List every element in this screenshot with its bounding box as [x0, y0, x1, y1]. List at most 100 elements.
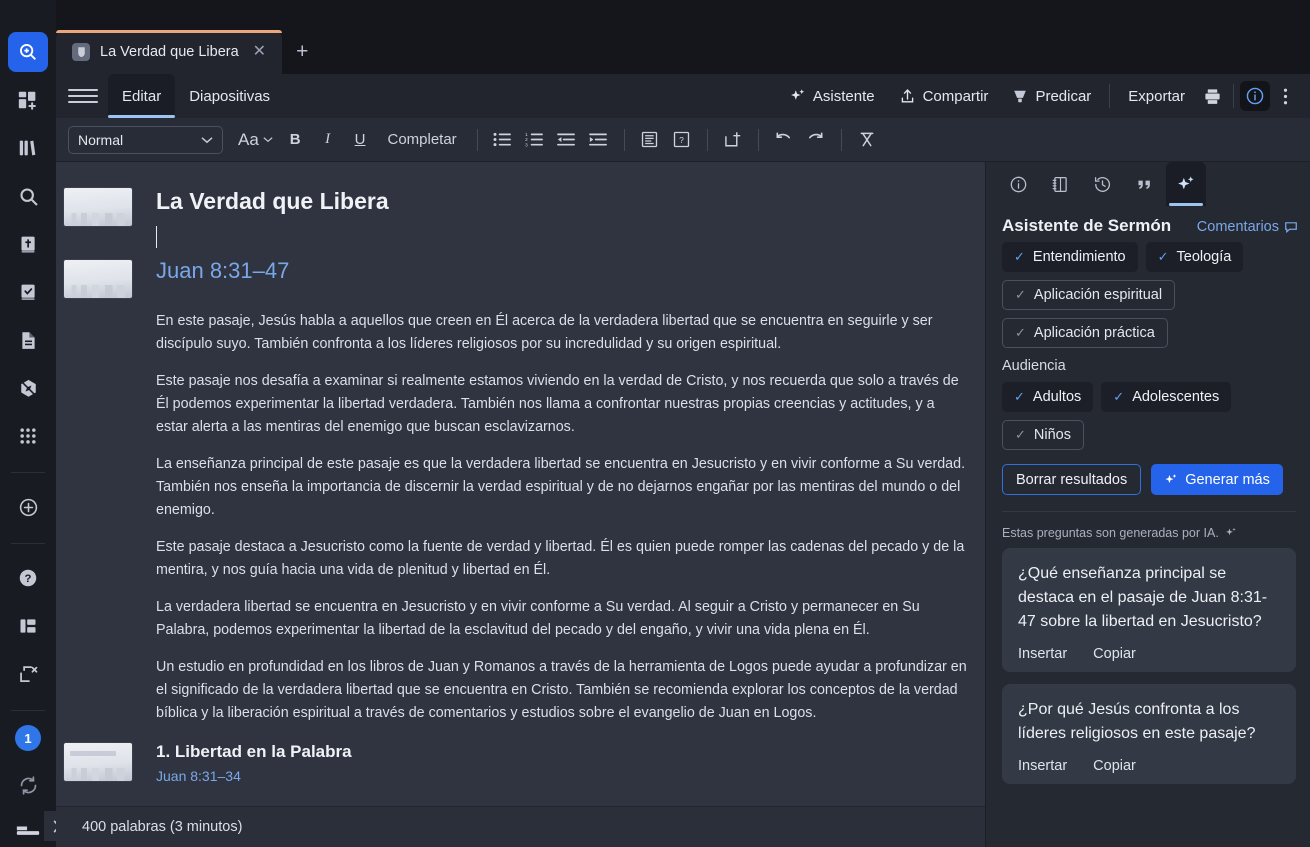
sync-icon: [18, 775, 39, 796]
sidebar-item-document[interactable]: [8, 320, 48, 360]
copy-button[interactable]: Copiar: [1093, 758, 1136, 774]
redo-button[interactable]: [801, 125, 831, 155]
filter-chip-teologia[interactable]: ✓ Teología: [1145, 242, 1244, 272]
panel-tab-assistant[interactable]: [1166, 162, 1206, 206]
sidebar-item-search-add[interactable]: [8, 32, 48, 72]
format-divider-4: [757, 128, 759, 151]
align-button[interactable]: [635, 125, 665, 155]
info-circle-icon: [1009, 175, 1028, 194]
sidebar-item-search[interactable]: [8, 176, 48, 216]
section-heading: 1. Libertad en la Palabra: [156, 742, 352, 761]
question-card[interactable]: ¿Por qué Jesús confronta a los líderes r…: [1002, 684, 1296, 784]
check-icon: ✓: [1113, 389, 1125, 404]
sidebar-item-library[interactable]: [8, 128, 48, 168]
numbered-list-button[interactable]: 1 2 3: [520, 125, 550, 155]
filter-chip-aplicacion-practica[interactable]: ✓ Aplicación práctica: [1002, 318, 1168, 348]
filter-chip-aplicacion-espiritual[interactable]: ✓ Aplicación espiritual: [1002, 280, 1176, 310]
insert-button[interactable]: Insertar: [1018, 646, 1067, 662]
filter-chips: ✓ Entendimiento ✓ Teología ✓ Aplicación …: [1002, 242, 1296, 348]
exportar-label: Exportar: [1128, 87, 1185, 105]
filter-chip-label: Aplicación práctica: [1033, 325, 1155, 341]
panel-tab-info[interactable]: [998, 162, 1038, 206]
library-books-icon: [17, 137, 39, 159]
audience-chip-ninos[interactable]: ✓ Niños: [1002, 420, 1084, 450]
insert-box-icon: [724, 131, 742, 148]
italic-button[interactable]: I: [313, 125, 343, 155]
share-upload-icon: [899, 88, 916, 105]
panel-tab-quotes[interactable]: [1124, 162, 1164, 206]
clear-format-button[interactable]: [852, 125, 882, 155]
underline-button[interactable]: U: [345, 125, 376, 155]
tab-diapositivas-label: Diapositivas: [189, 87, 271, 105]
pulpit-button[interactable]: [8, 813, 48, 847]
outdent-button[interactable]: [552, 125, 582, 155]
svg-text:1: 1: [525, 132, 528, 137]
audience-chip-adultos[interactable]: ✓ Adultos: [1002, 382, 1094, 412]
sidebar-item-compass[interactable]: [8, 368, 48, 408]
document-body[interactable]: En este pasaje, Jesús habla a aquellos q…: [56, 310, 985, 725]
document-icon: [18, 330, 39, 351]
bullet-list-button[interactable]: [488, 125, 518, 155]
document-content: La Verdad que Libera Juan 8:31–47 En est…: [56, 162, 985, 787]
tab-editar[interactable]: Editar: [108, 74, 176, 118]
sidebar-item-dashboard-add[interactable]: [8, 80, 48, 120]
font-size-label: Aa: [238, 129, 259, 149]
info-button[interactable]: [1240, 81, 1270, 111]
help-block-button[interactable]: ?: [667, 125, 697, 155]
empty-line[interactable]: [56, 226, 985, 256]
insert-box-button[interactable]: [718, 125, 748, 155]
menu-icon[interactable]: [68, 85, 98, 107]
comments-link[interactable]: Comentarios: [1197, 219, 1298, 235]
tab-diapositivas[interactable]: Diapositivas: [175, 74, 284, 118]
generate-more-button[interactable]: Generar más: [1151, 464, 1283, 495]
notification-badge[interactable]: 1: [15, 725, 41, 751]
sidebar-item-close-layout[interactable]: [8, 654, 48, 694]
sidebar-item-add[interactable]: [8, 487, 48, 527]
clear-results-button[interactable]: Borrar resultados: [1002, 464, 1142, 495]
assistant-panel: Asistente de Sermón Comentarios ✓ Entend…: [985, 162, 1310, 847]
insert-button[interactable]: Insertar: [1018, 758, 1067, 774]
bold-button[interactable]: B: [280, 125, 311, 155]
sync-button[interactable]: [8, 765, 48, 805]
compartir-button[interactable]: Compartir: [887, 82, 1001, 111]
filter-chip-label: Aplicación espiritual: [1033, 287, 1163, 303]
sidebar-item-apps[interactable]: [8, 416, 48, 456]
title-bar: [56, 0, 1310, 30]
exportar-button[interactable]: Exportar: [1116, 82, 1197, 111]
sidebar-item-study[interactable]: [8, 272, 48, 312]
printer-icon: [1203, 87, 1222, 106]
completar-button[interactable]: Completar: [377, 125, 466, 155]
panel-header: Asistente de Sermón Comentarios: [986, 206, 1310, 242]
history-clock-icon: [1093, 175, 1112, 194]
copy-button[interactable]: Copiar: [1093, 646, 1136, 662]
asistente-label: Asistente: [812, 87, 875, 105]
panel-tab-notebook[interactable]: [1040, 162, 1080, 206]
question-card[interactable]: ¿Qué enseñanza principal se destaca en e…: [1002, 548, 1296, 672]
more-options-button[interactable]: [1270, 81, 1300, 111]
quote-icon: [1135, 175, 1154, 194]
print-button[interactable]: [1197, 81, 1227, 111]
tab-editar-label: Editar: [122, 87, 162, 105]
new-tab-button[interactable]: +: [282, 36, 322, 68]
svg-text:2: 2: [525, 137, 528, 142]
filter-chip-entendimiento[interactable]: ✓ Entendimiento: [1002, 242, 1138, 272]
close-icon[interactable]: ✕: [249, 40, 270, 64]
slide-thumbnail[interactable]: [64, 743, 132, 781]
sidebar-item-help[interactable]: ?: [8, 558, 48, 598]
indent-button[interactable]: [584, 125, 614, 155]
slide-thumbnail[interactable]: [64, 188, 132, 226]
text-caret: [156, 226, 157, 248]
sidebar-item-bible[interactable]: [8, 224, 48, 264]
undo-button[interactable]: [769, 125, 799, 155]
slide-thumbnail[interactable]: [64, 260, 132, 298]
document-tab[interactable]: La Verdad que Libera ✕: [56, 30, 283, 74]
predicar-button[interactable]: Predicar: [1000, 82, 1103, 111]
panel-tab-history[interactable]: [1082, 162, 1122, 206]
paragraph-style-select[interactable]: Normal: [68, 125, 223, 154]
font-size-button[interactable]: Aa: [233, 125, 278, 155]
asistente-button[interactable]: Asistente: [777, 82, 887, 111]
document-editor[interactable]: La Verdad que Libera Juan 8:31–47 En est…: [56, 162, 985, 806]
audience-label: Audiencia: [1002, 358, 1066, 374]
sidebar-item-layout[interactable]: [8, 606, 48, 646]
audience-chip-adolescentes[interactable]: ✓ Adolescentes: [1101, 382, 1232, 412]
